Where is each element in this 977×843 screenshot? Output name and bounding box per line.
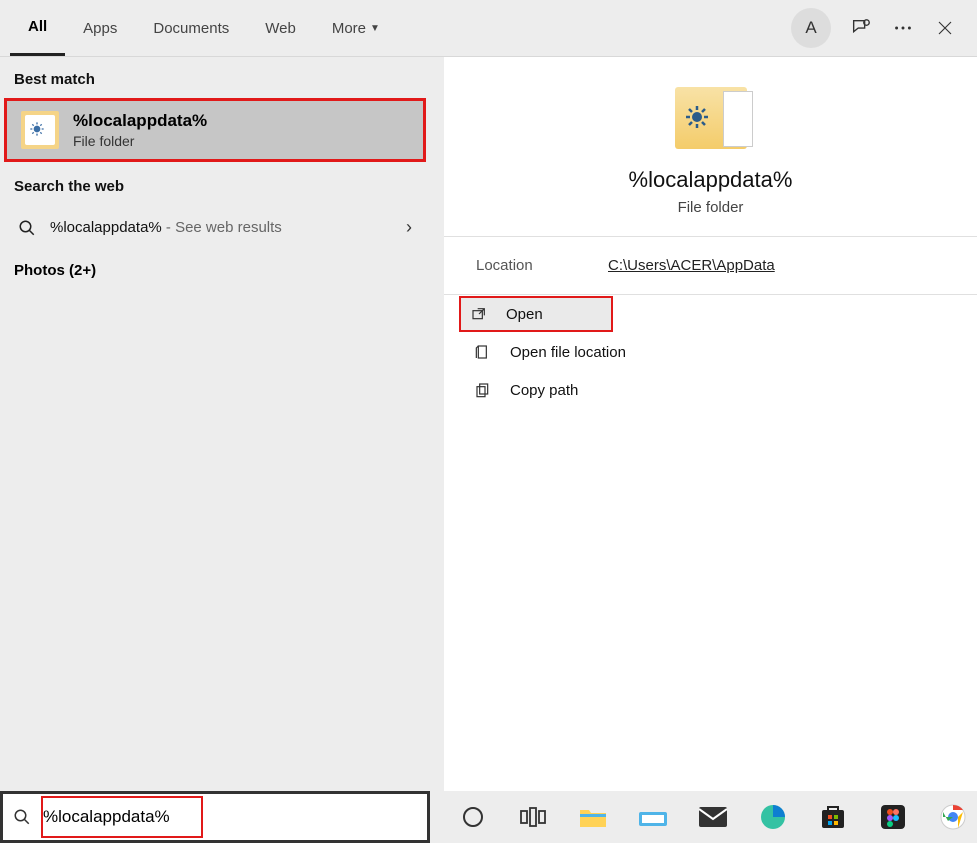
search-web-header: Search the web — [0, 164, 430, 205]
tab-apps[interactable]: Apps — [65, 0, 135, 56]
close-icon[interactable] — [933, 16, 957, 40]
action-copy-path[interactable]: Copy path — [444, 371, 977, 409]
web-query: %localappdata% — [50, 219, 162, 236]
action-open-label: Open — [506, 306, 543, 323]
cortana-icon[interactable] — [458, 802, 488, 832]
filter-tabs: All Apps Documents Web More ▼ — [10, 0, 398, 56]
keyboard-icon[interactable] — [638, 802, 668, 832]
web-result-row[interactable]: %localappdata% - See web results › — [0, 205, 430, 250]
mail-icon[interactable] — [698, 802, 728, 832]
best-match-text: %localappdata% File folder — [73, 111, 207, 149]
search-body: Best match %localappdata% File folder Se… — [0, 57, 977, 791]
preview-title: %localappdata% — [629, 167, 793, 193]
edge-icon[interactable] — [758, 802, 788, 832]
more-options-icon[interactable] — [891, 16, 915, 40]
best-match-subtitle: File folder — [73, 133, 207, 149]
tab-more-label: More — [332, 20, 366, 37]
task-view-icon[interactable] — [518, 802, 548, 832]
taskbar-icons — [430, 802, 968, 832]
search-input[interactable] — [43, 807, 417, 827]
chrome-icon[interactable] — [938, 802, 968, 832]
action-open-location[interactable]: Open file location — [444, 333, 977, 371]
folder-large-icon — [675, 87, 747, 149]
search-header: All Apps Documents Web More ▼ A — [0, 0, 977, 57]
action-open-location-label: Open file location — [510, 344, 626, 361]
store-icon[interactable] — [818, 802, 848, 832]
results-panel: Best match %localappdata% File folder Se… — [0, 57, 430, 791]
location-row: Location C:\Users\ACER\AppData — [444, 237, 977, 295]
web-hint: - See web results — [162, 219, 282, 236]
folder-icon — [21, 111, 59, 149]
best-match-result[interactable]: %localappdata% File folder — [4, 98, 426, 162]
file-explorer-icon[interactable] — [578, 802, 608, 832]
tab-web[interactable]: Web — [247, 0, 314, 56]
figma-icon[interactable] — [878, 802, 908, 832]
search-icon — [18, 219, 36, 237]
photos-header[interactable]: Photos (2+) — [0, 250, 430, 291]
taskbar — [0, 791, 977, 843]
user-avatar[interactable]: A — [791, 8, 831, 48]
actions-list: Open Open file location Copy path — [444, 295, 977, 409]
location-label: Location — [476, 257, 608, 274]
web-result-text: %localappdata% - See web results — [18, 219, 282, 237]
chevron-down-icon: ▼ — [370, 23, 380, 34]
folder-open-icon — [474, 343, 492, 361]
best-match-title: %localappdata% — [73, 111, 207, 131]
preview-subtitle: File folder — [678, 199, 744, 216]
open-icon — [470, 305, 488, 323]
tab-documents[interactable]: Documents — [135, 0, 247, 56]
header-actions: A — [791, 8, 967, 48]
preview-header: %localappdata% File folder — [444, 57, 977, 237]
tab-more[interactable]: More ▼ — [314, 0, 398, 56]
location-value[interactable]: C:\Users\ACER\AppData — [608, 257, 775, 274]
preview-panel: %localappdata% File folder Location C:\U… — [444, 57, 977, 791]
chevron-right-icon: › — [406, 217, 412, 238]
action-open[interactable]: Open — [460, 297, 612, 331]
feedback-icon[interactable] — [849, 16, 873, 40]
tab-all[interactable]: All — [10, 0, 65, 56]
action-copy-path-label: Copy path — [510, 382, 578, 399]
copy-icon — [474, 381, 492, 399]
best-match-header: Best match — [0, 57, 430, 98]
search-box[interactable] — [0, 791, 430, 843]
search-icon — [13, 808, 33, 826]
